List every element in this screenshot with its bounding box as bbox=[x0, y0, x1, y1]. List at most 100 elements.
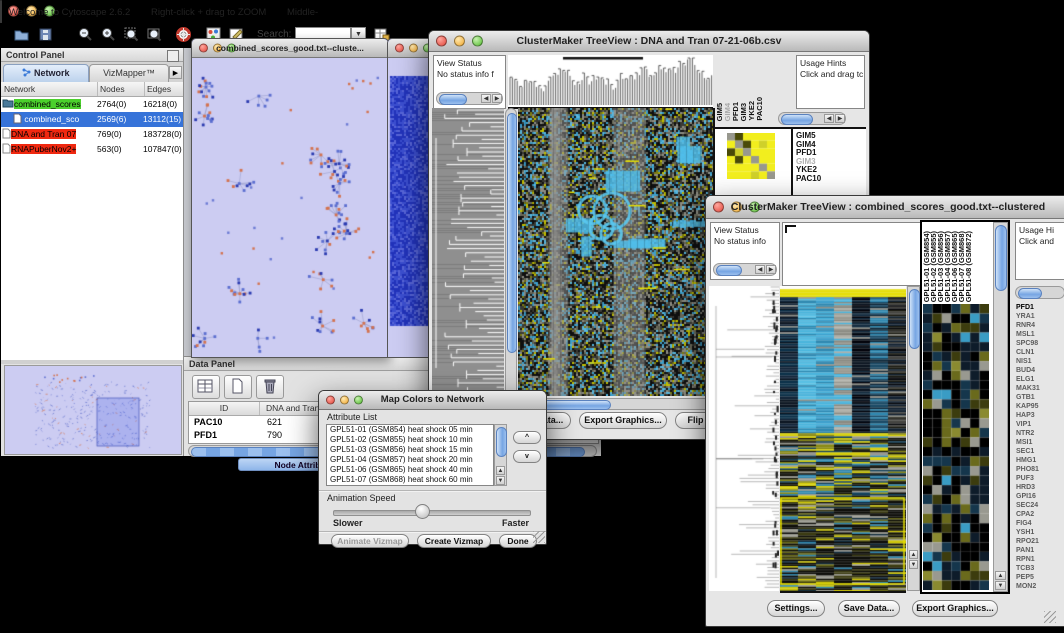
create-vizmap-button[interactable]: Create Vizmap bbox=[417, 534, 491, 548]
column-label[interactable]: GPL51-08 (GSM872) bbox=[965, 231, 972, 302]
zoompane-hscrollbar[interactable]: ◀ ▶ bbox=[778, 112, 846, 125]
network-view-2-canvas[interactable] bbox=[388, 58, 432, 357]
resize-grip[interactable] bbox=[1044, 611, 1056, 623]
zoom-vscrollbar[interactable]: ▲ ▼ bbox=[993, 222, 1008, 592]
zoom-heatmap-canvas[interactable] bbox=[727, 133, 775, 179]
global-heatmap-canvas[interactable] bbox=[780, 286, 906, 593]
column-label[interactable]: PAC10 bbox=[756, 97, 763, 121]
scroll-thumb[interactable] bbox=[1018, 288, 1042, 299]
scroll-thumb[interactable] bbox=[496, 427, 507, 457]
scroll-left-arrow[interactable]: ◀ bbox=[824, 114, 834, 123]
gene-label[interactable]: PUF3 bbox=[1016, 474, 1064, 483]
zoom-fit-icon[interactable] bbox=[146, 26, 163, 43]
network-row[interactable]: combined_scores 2764(0) 16218(0) bbox=[1, 97, 183, 112]
gene-label[interactable]: MSL1 bbox=[1016, 330, 1064, 339]
network-row-selected[interactable]: combined_sco 2569(6) 13112(15) bbox=[1, 112, 183, 127]
gene-label[interactable]: HMG1 bbox=[1016, 456, 1064, 465]
gene-label[interactable]: NTR2 bbox=[1016, 429, 1064, 438]
gene-label[interactable]: HAP3 bbox=[1016, 411, 1064, 420]
export-graphics-button[interactable]: Export Graphics... bbox=[579, 412, 667, 429]
gene-label[interactable]: CLN1 bbox=[1016, 348, 1064, 357]
network-overview-canvas[interactable] bbox=[5, 366, 181, 454]
scroll-down-arrow[interactable]: ▼ bbox=[909, 560, 918, 569]
zoom-selected-icon[interactable] bbox=[123, 26, 140, 43]
gene-label[interactable]: SPC98 bbox=[1016, 339, 1064, 348]
attribute-item[interactable]: GPL51-02 (GSM855) heat shock 10 min bbox=[327, 435, 493, 445]
scroll-left-arrow[interactable]: ◀ bbox=[481, 94, 491, 103]
float-panel-icon[interactable] bbox=[167, 50, 179, 62]
gene-label[interactable]: SEC24 bbox=[1016, 501, 1064, 510]
view-status-hscrollbar[interactable]: ◀ ▶ bbox=[713, 263, 777, 276]
gene-label[interactable]: GPI16 bbox=[1016, 492, 1064, 501]
help-lifering-icon[interactable] bbox=[175, 26, 192, 43]
trash-icon[interactable] bbox=[256, 375, 284, 399]
scroll-down-arrow[interactable]: ▼ bbox=[995, 581, 1006, 590]
zoom-in-icon[interactable] bbox=[100, 26, 117, 43]
attribute-item[interactable]: GPL51-06 (GSM865) heat shock 40 min bbox=[327, 465, 493, 475]
network-row[interactable]: RNAPuberNov2+ 563(0) 107847(0) bbox=[1, 142, 183, 157]
gene-label[interactable]: YSH1 bbox=[1016, 528, 1064, 537]
animate-vizmap-button[interactable]: Animate Vizmap bbox=[331, 534, 409, 548]
network-row[interactable]: DNA and Tran 07 769(0) 183728(0) bbox=[1, 127, 183, 142]
speed-slider-thumb[interactable] bbox=[415, 504, 430, 519]
gene-label[interactable]: HRD3 bbox=[1016, 483, 1064, 492]
treeview-combined-titlebar[interactable]: ClusterMaker TreeView : combined_scores_… bbox=[706, 196, 1064, 219]
column-label[interactable]: GIM4 bbox=[724, 103, 731, 121]
gene-label[interactable]: YRA1 bbox=[1016, 312, 1064, 321]
grid-icon[interactable] bbox=[192, 375, 220, 399]
tab-vizmapper[interactable]: VizMapper™ bbox=[89, 64, 169, 83]
attribute-list-vscrollbar[interactable]: ▲ ▼ bbox=[494, 424, 507, 486]
column-label[interactable]: GIM3 bbox=[740, 103, 747, 121]
gene-label[interactable]: SEC1 bbox=[1016, 447, 1064, 456]
gene-label[interactable]: BUD4 bbox=[1016, 366, 1064, 375]
scroll-right-arrow[interactable]: ▶ bbox=[492, 94, 502, 103]
gene-label[interactable]: GTB1 bbox=[1016, 393, 1064, 402]
gene-label[interactable]: NIS1 bbox=[1016, 357, 1064, 366]
scroll-thumb[interactable] bbox=[781, 114, 813, 125]
view-status-hscrollbar[interactable]: ◀ ▶ bbox=[436, 92, 503, 105]
gene-label[interactable]: KAP95 bbox=[1016, 402, 1064, 411]
row-dendrogram-canvas[interactable] bbox=[709, 286, 779, 591]
gene-label[interactable]: ELG1 bbox=[1016, 375, 1064, 384]
export-graphics-button[interactable]: Export Graphics... bbox=[912, 600, 998, 617]
global-vscrollbar[interactable]: ▲ ▼ bbox=[907, 286, 920, 591]
save-icon[interactable] bbox=[37, 26, 54, 43]
row-dendrogram-canvas[interactable] bbox=[432, 108, 504, 396]
zoom-out-icon[interactable] bbox=[77, 26, 94, 43]
row-label[interactable]: PAC10 bbox=[796, 175, 856, 184]
gene-label[interactable]: MON2 bbox=[1016, 582, 1064, 591]
gene-label[interactable]: CPA2 bbox=[1016, 510, 1064, 519]
open-folder-icon[interactable] bbox=[13, 26, 30, 43]
scroll-thumb[interactable] bbox=[909, 289, 920, 349]
scroll-thumb[interactable] bbox=[507, 113, 517, 353]
panel-splitter[interactable] bbox=[1, 360, 183, 364]
column-dendrogram[interactable] bbox=[782, 222, 924, 286]
global-heatmap-canvas[interactable] bbox=[518, 108, 715, 396]
resize-grip[interactable] bbox=[533, 531, 545, 543]
scroll-up-arrow[interactable]: ▲ bbox=[909, 550, 918, 559]
tab-overflow-arrow[interactable]: ▶ bbox=[169, 66, 182, 79]
tab-network[interactable]: Network bbox=[3, 64, 89, 83]
column-dendrogram-canvas[interactable] bbox=[508, 55, 713, 105]
network-view-canvas[interactable] bbox=[192, 58, 386, 357]
done-button[interactable]: Done bbox=[499, 534, 537, 548]
gene-label[interactable]: FIG4 bbox=[1016, 519, 1064, 528]
gene-label[interactable]: RPN1 bbox=[1016, 555, 1064, 564]
scroll-thumb[interactable] bbox=[439, 94, 467, 105]
scroll-thumb[interactable] bbox=[716, 265, 742, 276]
gene-label[interactable]: MAK31 bbox=[1016, 384, 1064, 393]
attribute-item[interactable]: GPL51-01 (GSM854) heat shock 05 min bbox=[327, 425, 493, 435]
scroll-thumb[interactable] bbox=[995, 225, 1007, 291]
move-up-button[interactable]: ^ bbox=[513, 431, 541, 444]
gene-label[interactable]: PEP5 bbox=[1016, 573, 1064, 582]
column-dendrogram[interactable] bbox=[508, 55, 713, 109]
global-vscrollbar[interactable] bbox=[505, 108, 517, 396]
column-label[interactable]: YKE2 bbox=[748, 101, 755, 121]
gene-label[interactable]: PHO81 bbox=[1016, 465, 1064, 474]
settings-button[interactable]: Settings... bbox=[767, 600, 825, 617]
scroll-up-arrow[interactable]: ▲ bbox=[496, 466, 505, 475]
speed-slider-track[interactable] bbox=[333, 510, 531, 516]
gene-label[interactable]: PAN1 bbox=[1016, 546, 1064, 555]
minimize-button[interactable] bbox=[409, 44, 418, 53]
zoom-heatmap-canvas[interactable] bbox=[923, 304, 989, 590]
